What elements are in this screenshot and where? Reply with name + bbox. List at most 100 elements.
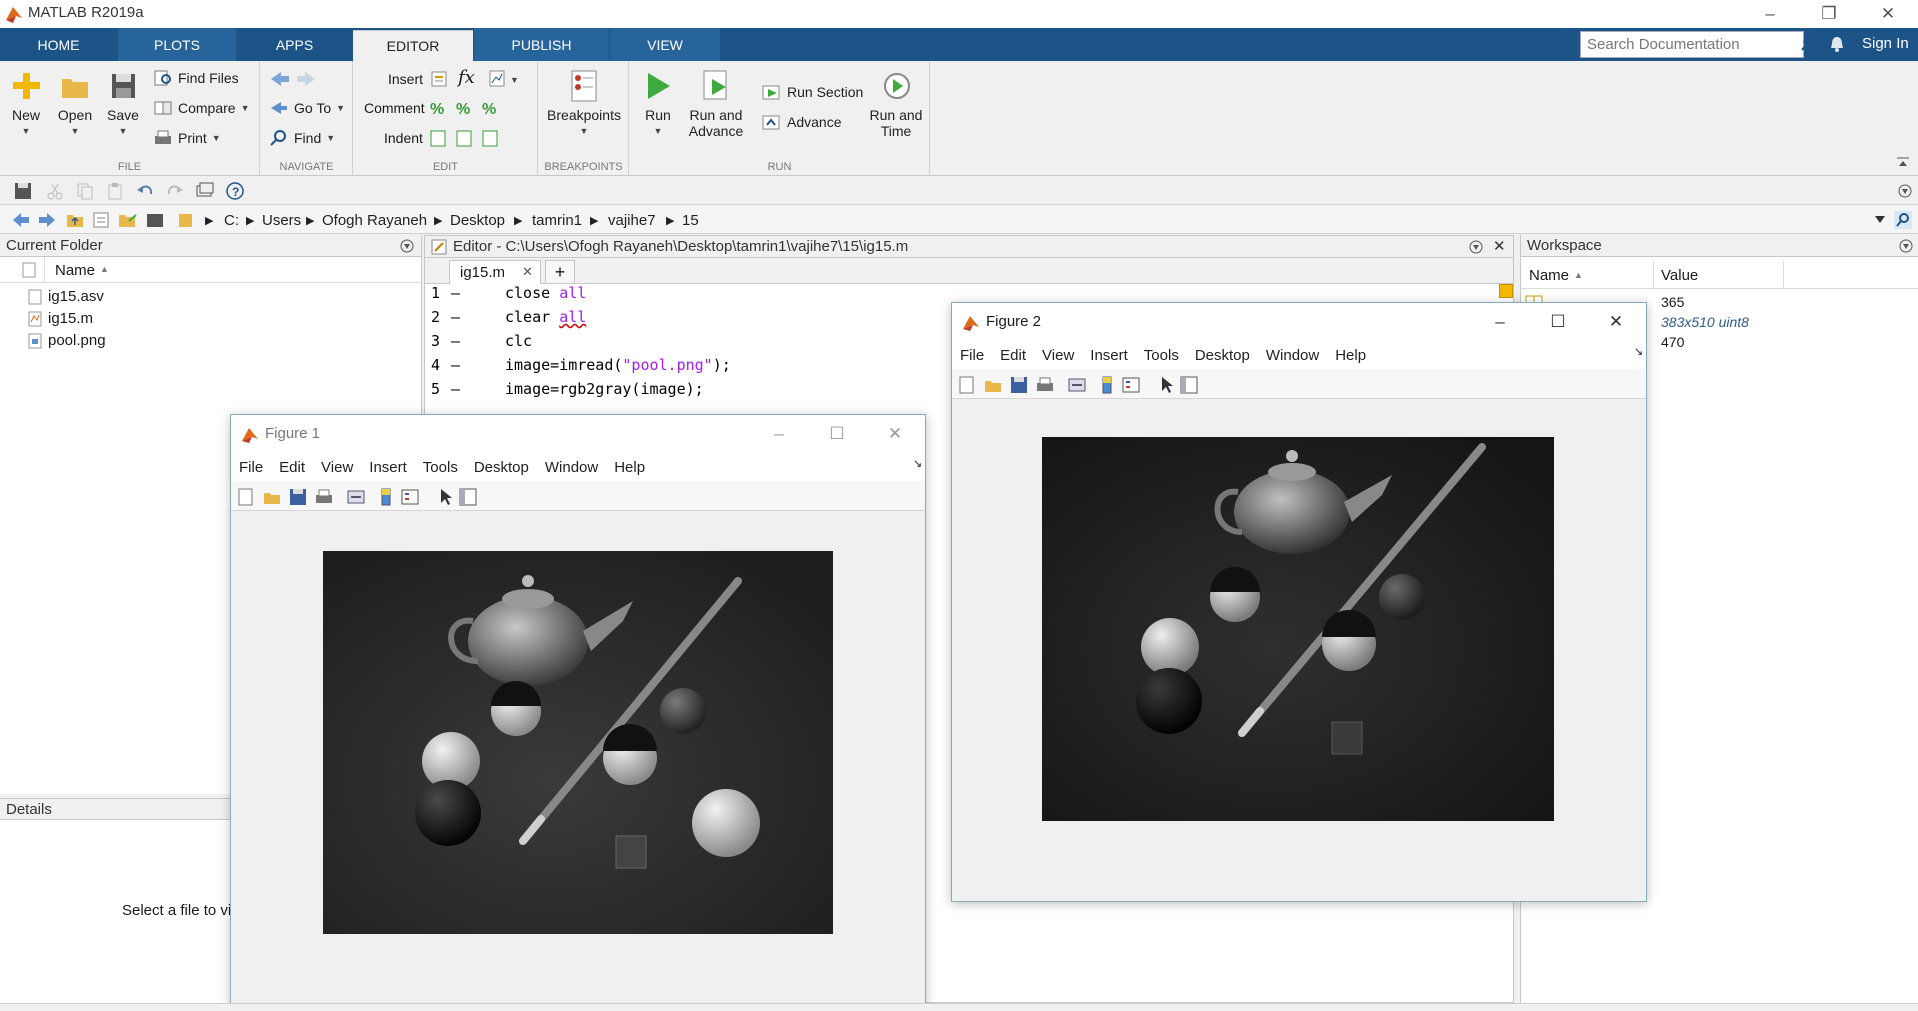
switch-windows-icon[interactable] (196, 182, 214, 200)
menu-insert[interactable]: Insert (361, 453, 415, 482)
restore-button[interactable]: ❐ (1804, 0, 1854, 28)
figure-2-maximize-button[interactable]: ☐ (1530, 303, 1586, 341)
breadcrumb-users[interactable]: Users (262, 212, 301, 229)
print-figure-icon[interactable] (1036, 376, 1054, 394)
copy-icon[interactable] (76, 182, 94, 200)
collapse-icon[interactable] (146, 211, 164, 229)
breadcrumb-vajihe7[interactable]: vajihe7 (608, 212, 656, 229)
figure-2-window[interactable]: Figure 2 – ☐ ✕ File Edit View Insert Tools De… (951, 302, 1647, 902)
editor-file-tab[interactable]: ig15.m ✕ (449, 260, 541, 284)
link-plot-icon[interactable] (1068, 376, 1086, 394)
forward-arrow-icon[interactable] (38, 211, 56, 229)
menu-tools[interactable]: Tools (415, 453, 466, 482)
menu-view[interactable]: View (1034, 341, 1082, 370)
minimize-button[interactable]: – (1745, 0, 1795, 28)
indent-tools-icons[interactable] (430, 129, 530, 149)
up-folder-icon[interactable] (66, 211, 84, 229)
save-figure-icon[interactable] (289, 488, 307, 506)
menu-window[interactable]: Window (1258, 341, 1327, 370)
figure-2-titlebar[interactable]: Figure 2 – ☐ ✕ (952, 303, 1646, 341)
quick-access-menu-icon[interactable] (1898, 184, 1912, 198)
editor-menu-icon[interactable] (1469, 240, 1483, 254)
go-to-button[interactable]: Go To ▼ (269, 99, 345, 117)
tab-publish[interactable]: PUBLISH (474, 28, 609, 61)
menu-file[interactable]: File (952, 341, 992, 370)
find-files-button[interactable]: Find Files (153, 69, 239, 87)
menu-window[interactable]: Window (537, 453, 606, 482)
comment-tools-icons[interactable]: %%% (430, 99, 530, 119)
menu-edit[interactable]: Edit (992, 341, 1034, 370)
breadcrumb-desktop[interactable]: Desktop (450, 212, 505, 229)
tab-close-icon[interactable]: ✕ (522, 264, 533, 280)
breadcrumb-user[interactable]: Ofogh Rayaneh (322, 212, 427, 229)
save-icon[interactable] (14, 182, 32, 200)
browse-folder-icon[interactable] (92, 211, 110, 229)
breakpoints-button[interactable]: Breakpoints ▼ (544, 69, 624, 139)
ws-name-column-header[interactable]: Name (1529, 267, 1569, 284)
insert-legend-icon[interactable] (401, 488, 419, 506)
tab-home[interactable]: HOME (0, 28, 117, 61)
run-and-time-button[interactable]: Run and Time (864, 69, 928, 139)
open-file-icon[interactable] (984, 376, 1002, 394)
insert-colorbar-icon[interactable] (1098, 376, 1116, 394)
property-inspector-icon[interactable] (459, 488, 477, 506)
list-item[interactable]: ig15.m (28, 309, 408, 331)
menu-insert[interactable]: Insert (1082, 341, 1136, 370)
editor-close-icon[interactable]: ✕ (1493, 237, 1506, 255)
path-dropdown-icon[interactable] (1874, 215, 1886, 225)
advance-button[interactable]: Advance (762, 113, 841, 131)
paste-icon[interactable] (106, 182, 124, 200)
tab-editor[interactable]: EDITOR (353, 30, 473, 61)
undo-icon[interactable] (136, 182, 154, 200)
run-and-advance-button[interactable]: Run and Advance (684, 69, 748, 139)
compare-button[interactable]: Compare ▼ (153, 99, 250, 117)
tab-apps[interactable]: APPS (237, 28, 352, 61)
insert-function-icon[interactable]: fx (458, 67, 475, 88)
insert-section-icon[interactable] (430, 69, 450, 89)
list-item[interactable]: ig15.asv (28, 287, 408, 309)
menu-desktop[interactable]: Desktop (1187, 341, 1258, 370)
help-icon[interactable]: ? (226, 182, 244, 200)
print-button[interactable]: Print ▼ (153, 129, 221, 147)
save-button[interactable]: Save ▼ (103, 69, 143, 139)
cut-icon[interactable] (46, 182, 64, 200)
figure-1-close-button[interactable]: ✕ (867, 415, 923, 453)
new-tab-plus-icon[interactable]: + (545, 260, 575, 284)
list-item[interactable]: pool.png (28, 331, 408, 353)
breadcrumb-drive[interactable]: C: (224, 212, 239, 229)
notification-bell-icon[interactable] (1828, 35, 1846, 53)
new-figure-icon[interactable] (958, 376, 976, 394)
edit-plot-arrow-icon[interactable] (437, 488, 455, 506)
menu-tools[interactable]: Tools (1136, 341, 1187, 370)
insert-legend-icon[interactable] (1122, 376, 1140, 394)
menu-file[interactable]: File (231, 453, 271, 482)
menu-view[interactable]: View (313, 453, 361, 482)
figure-1-window[interactable]: Figure 1 – ☐ ✕ File Edit View Insert Tools De… (230, 414, 926, 1011)
tab-plots[interactable]: PLOTS (118, 28, 236, 61)
open-button[interactable]: Open ▼ (54, 69, 96, 139)
figure-1-titlebar[interactable]: Figure 1 – ☐ ✕ (231, 415, 925, 453)
folder-search-icon[interactable] (1894, 211, 1912, 229)
open-file-icon[interactable] (263, 488, 281, 506)
run-section-button[interactable]: Run Section (762, 83, 863, 101)
code-analyzer-indicator[interactable] (1499, 284, 1513, 298)
property-inspector-icon[interactable] (1180, 376, 1198, 394)
new-figure-icon[interactable] (237, 488, 255, 506)
workspace-menu-icon[interactable] (1899, 239, 1913, 253)
menu-help[interactable]: Help (606, 453, 653, 482)
back-arrow-icon[interactable] (12, 211, 30, 229)
panel-menu-icon[interactable] (400, 239, 414, 253)
figure-1-maximize-button[interactable]: ☐ (809, 415, 865, 453)
dock-arrow-icon[interactable]: ↘ (1626, 339, 1651, 364)
tab-view[interactable]: VIEW (610, 28, 720, 61)
insert-colorbar-icon[interactable] (377, 488, 395, 506)
name-column-header[interactable]: Name (55, 262, 95, 279)
find-in-folder-icon[interactable] (118, 211, 140, 229)
sign-in-link[interactable]: Sign In (1862, 35, 1909, 52)
run-button[interactable]: Run ▼ (634, 69, 682, 139)
link-plot-icon[interactable] (347, 488, 365, 506)
menu-desktop[interactable]: Desktop (466, 453, 537, 482)
cell-menu-icon[interactable]: ▼ (488, 69, 524, 89)
dock-arrow-icon[interactable]: ↘ (905, 451, 930, 476)
menu-help[interactable]: Help (1327, 341, 1374, 370)
